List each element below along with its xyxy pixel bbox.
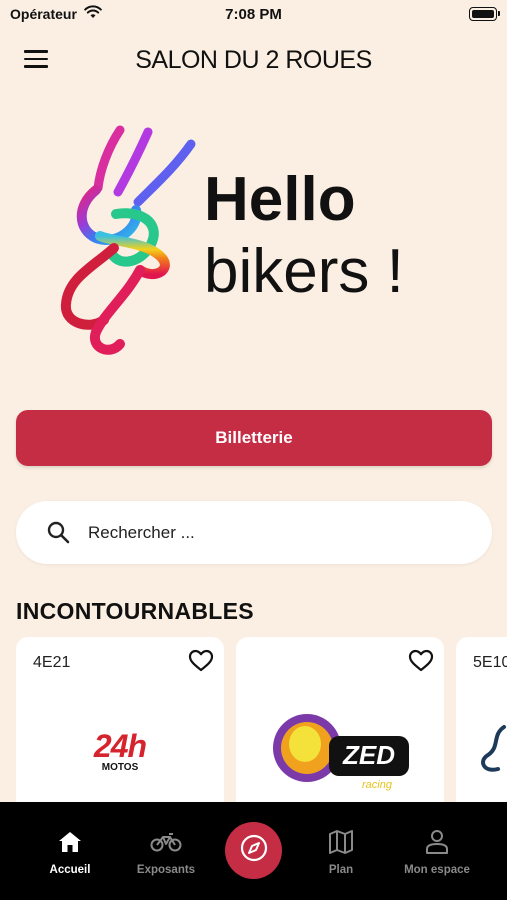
brand-ribbon-logo bbox=[56, 118, 206, 368]
search-icon bbox=[46, 520, 70, 549]
search-bar[interactable] bbox=[16, 501, 492, 564]
app-title: SALON DU 2 ROUES bbox=[135, 46, 372, 74]
logo-main-text: 24h bbox=[93, 727, 147, 764]
tab-label: Mon espace bbox=[404, 864, 470, 876]
home-icon bbox=[57, 828, 83, 856]
partial-logo bbox=[456, 701, 507, 801]
tab-accueil[interactable]: Accueil bbox=[22, 802, 118, 900]
hero-line-2: bikers ! bbox=[204, 237, 404, 306]
stand-code: 4E21 bbox=[33, 654, 71, 671]
tab-mon-espace[interactable]: Mon espace bbox=[389, 802, 485, 900]
tab-label: Accueil bbox=[49, 864, 91, 876]
clock: 7:08 PM bbox=[225, 6, 282, 23]
exhibitor-card[interactable]: 5E10 bbox=[456, 637, 507, 807]
motorcycle-icon bbox=[150, 828, 182, 856]
exhibitor-card[interactable]: ZED racing bbox=[236, 637, 444, 807]
map-icon bbox=[328, 828, 354, 856]
discover-button[interactable] bbox=[225, 822, 282, 879]
tab-plan[interactable]: Plan bbox=[293, 802, 389, 900]
status-bar: Opérateur 7:08 PM bbox=[0, 0, 507, 28]
heart-icon[interactable] bbox=[188, 649, 214, 678]
24h-motos-logo: 24h MOTOS bbox=[16, 701, 224, 801]
highlights-carousel[interactable]: 4E21 24h MOTOS ZED racing 5E10 bbox=[0, 637, 507, 807]
tab-label: Exposants bbox=[136, 864, 196, 876]
stand-code: 5E10 bbox=[473, 654, 507, 671]
logo-main-text: ZED bbox=[342, 740, 395, 770]
hero-line-1: Hello bbox=[204, 165, 356, 234]
exhibitor-card[interactable]: 4E21 24h MOTOS bbox=[16, 637, 224, 807]
hero-greeting: Hello bikers ! bbox=[204, 164, 404, 308]
logo-sub-text: racing bbox=[362, 779, 393, 791]
tab-label: Plan bbox=[328, 864, 354, 876]
zed-racing-logo: ZED racing bbox=[236, 701, 444, 801]
user-icon bbox=[425, 828, 449, 856]
battery-icon bbox=[469, 7, 500, 21]
ticket-button[interactable]: Billetterie bbox=[16, 410, 492, 466]
compass-icon bbox=[239, 833, 269, 868]
tab-exposants[interactable]: Exposants bbox=[118, 802, 214, 900]
section-title: INCONTOURNABLES bbox=[16, 598, 254, 624]
app-header: SALON DU 2 ROUES bbox=[0, 38, 507, 82]
logo-sub-text: MOTOS bbox=[101, 761, 139, 773]
search-input[interactable] bbox=[88, 519, 468, 547]
heart-icon[interactable] bbox=[408, 649, 434, 678]
